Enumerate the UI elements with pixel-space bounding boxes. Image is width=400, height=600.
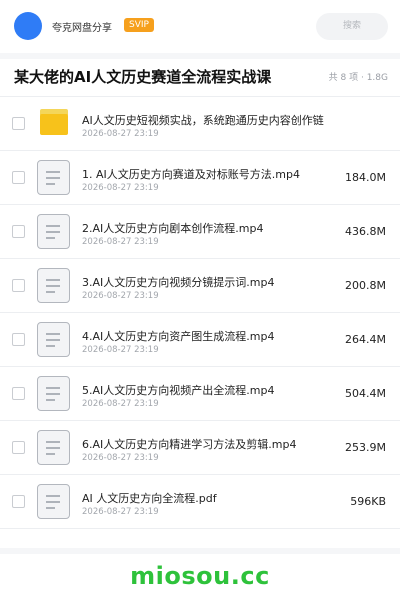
file-name: 6.AI人文历史方向精进学习方法及剪辑.mp4 <box>82 438 297 451</box>
file-date: 2026-08-27 23:19 <box>82 129 159 139</box>
row-checkbox[interactable] <box>12 333 25 346</box>
page-title: 某大佬的AI人文历史赛道全流程实战课 <box>14 68 272 86</box>
file-size: 504.4M <box>345 387 386 400</box>
file-icon <box>37 484 70 519</box>
file-name: 1. AI人文历史方向赛道及对标账号方法.mp4 <box>82 168 300 181</box>
file-name: 5.AI人文历史方向视频产出全流程.mp4 <box>82 384 275 397</box>
row-checkbox[interactable] <box>12 171 25 184</box>
file-row[interactable]: 5.AI人文历史方向视频产出全流程.mp4 2026-08-27 23:19 5… <box>0 367 400 421</box>
row-checkbox[interactable] <box>12 225 25 238</box>
file-icon <box>37 376 70 411</box>
file-row[interactable]: 3.AI人文历史方向视频分镜提示词.mp4 2026-08-27 23:19 2… <box>0 259 400 313</box>
file-list: AI人文历史短视频实战，系统跑通历史内容创作链 2026-08-27 23:19… <box>0 97 400 529</box>
file-size: 200.8M <box>345 279 386 292</box>
file-name: 3.AI人文历史方向视频分镜提示词.mp4 <box>82 276 275 289</box>
file-icon <box>37 430 70 465</box>
file-size: 436.8M <box>345 225 386 238</box>
title-row: 某大佬的AI人文历史赛道全流程实战课 共 8 项 · 1.8G <box>0 60 400 94</box>
file-date: 2026-08-27 23:19 <box>82 291 159 301</box>
row-checkbox[interactable] <box>12 279 25 292</box>
file-icon <box>37 268 70 303</box>
file-date: 2026-08-27 23:19 <box>82 183 159 193</box>
file-date: 2026-08-27 23:19 <box>82 453 159 463</box>
file-row[interactable]: AI 人文历史方向全流程.pdf 2026-08-27 23:19 596KB <box>0 475 400 529</box>
file-icon <box>37 214 70 249</box>
file-row[interactable]: 1. AI人文历史方向赛道及对标账号方法.mp4 2026-08-27 23:1… <box>0 151 400 205</box>
row-checkbox[interactable] <box>12 441 25 454</box>
share-owner-name: 夸克网盘分享 <box>52 23 112 34</box>
section-divider <box>0 548 400 554</box>
section-divider <box>0 53 400 59</box>
file-row[interactable]: 2.AI人文历史方向剧本创作流程.mp4 2026-08-27 23:19 43… <box>0 205 400 259</box>
file-count-meta: 共 8 项 · 1.8G <box>328 73 388 83</box>
file-date: 2026-08-27 23:19 <box>82 399 159 409</box>
file-date: 2026-08-27 23:19 <box>82 345 159 355</box>
file-size: 184.0M <box>345 171 386 184</box>
row-checkbox[interactable] <box>12 117 25 130</box>
row-checkbox[interactable] <box>12 495 25 508</box>
file-name: AI人文历史短视频实战，系统跑通历史内容创作链 <box>82 114 324 127</box>
file-size: 253.9M <box>345 441 386 454</box>
file-size: 596KB <box>350 495 386 508</box>
file-name: 2.AI人文历史方向剧本创作流程.mp4 <box>82 222 264 235</box>
top-bar: 夸克网盘分享 SVIP 搜索 <box>0 0 400 52</box>
file-icon <box>37 160 70 195</box>
file-name: 4.AI人文历史方向资产图生成流程.mp4 <box>82 330 275 343</box>
file-row[interactable]: 6.AI人文历史方向精进学习方法及剪辑.mp4 2026-08-27 23:19… <box>0 421 400 475</box>
svip-badge: SVIP <box>124 18 154 32</box>
file-icon <box>37 322 70 357</box>
search-button[interactable]: 搜索 <box>316 13 388 40</box>
folder-icon <box>40 109 68 135</box>
file-size: 264.4M <box>345 333 386 346</box>
avatar[interactable] <box>14 12 42 40</box>
file-date: 2026-08-27 23:19 <box>82 507 159 517</box>
file-name: AI 人文历史方向全流程.pdf <box>82 492 217 505</box>
row-checkbox[interactable] <box>12 387 25 400</box>
file-date: 2026-08-27 23:19 <box>82 237 159 247</box>
folder-row[interactable]: AI人文历史短视频实战，系统跑通历史内容创作链 2026-08-27 23:19 <box>0 97 400 151</box>
file-row[interactable]: 4.AI人文历史方向资产图生成流程.mp4 2026-08-27 23:19 2… <box>0 313 400 367</box>
watermark-text: miosou.cc <box>130 562 270 590</box>
